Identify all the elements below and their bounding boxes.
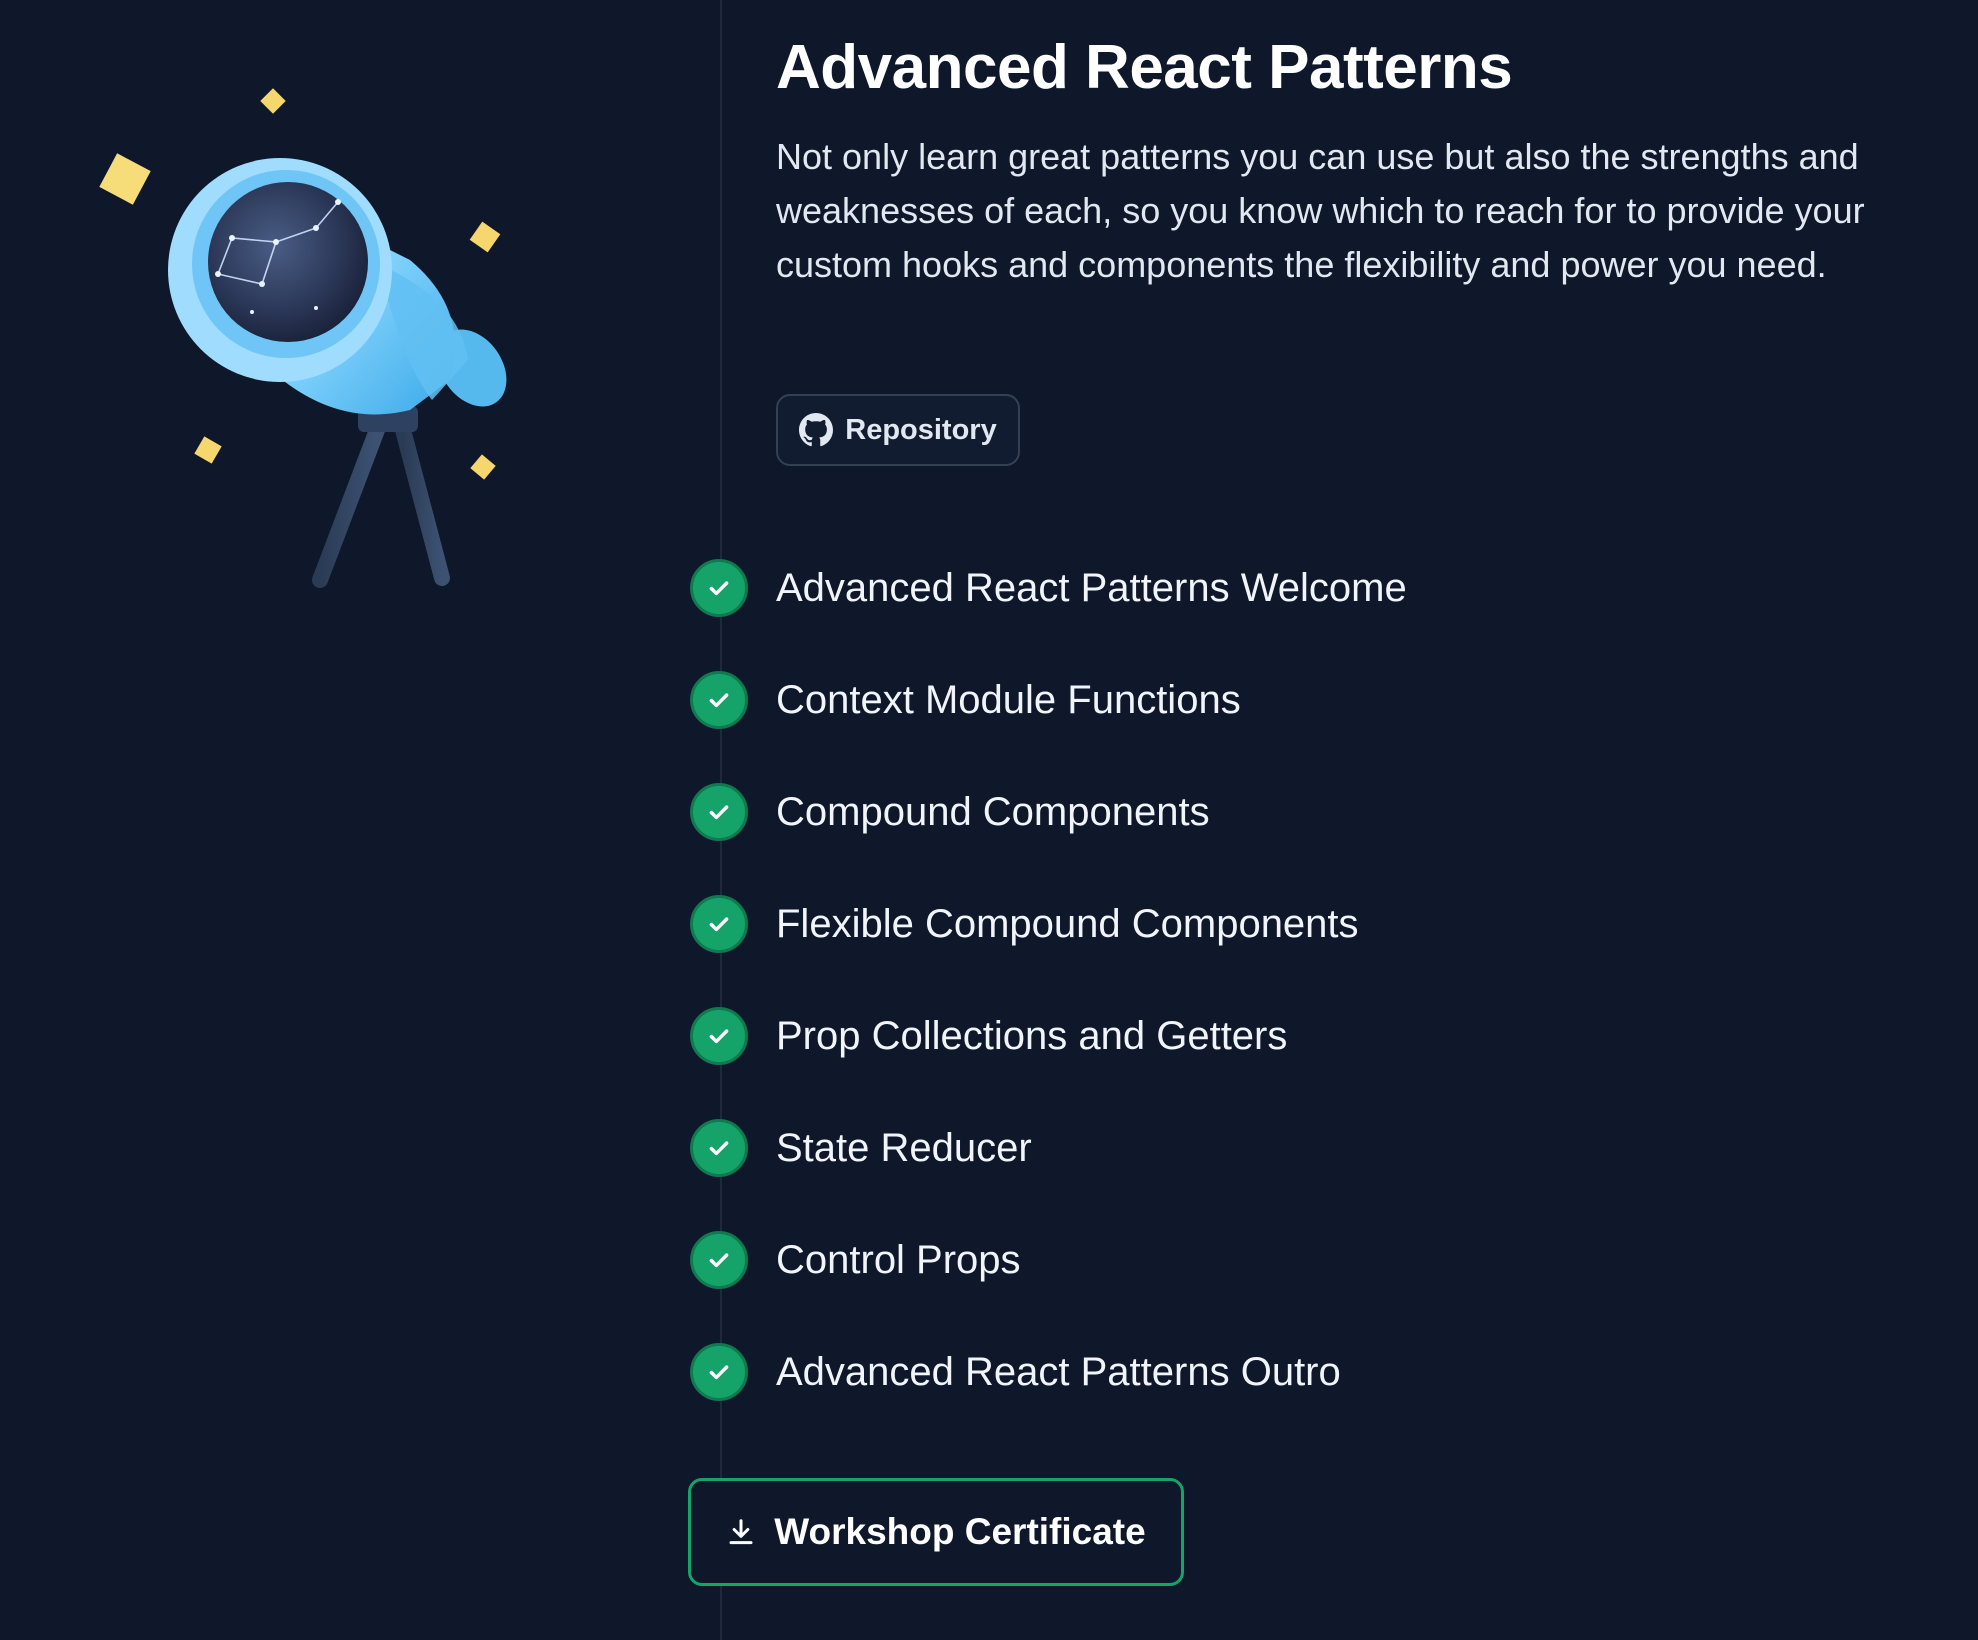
- completed-check-icon: [690, 783, 748, 841]
- telescope-illustration: [80, 60, 520, 620]
- github-icon: [799, 413, 834, 447]
- list-item-exercise[interactable]: Compound Components: [690, 756, 1407, 868]
- completed-check-icon: [690, 671, 748, 729]
- exercise-label: Control Props: [776, 1237, 1021, 1282]
- completed-check-icon: [690, 895, 748, 953]
- exercise-label: Advanced React Patterns Outro: [776, 1349, 1341, 1394]
- page-title: Advanced React Patterns: [776, 33, 1513, 102]
- exercise-list: Advanced React Patterns Welcome Context …: [690, 532, 1407, 1428]
- workshop-certificate-label: Workshop Certificate: [774, 1511, 1146, 1552]
- exercise-label: State Reducer: [776, 1125, 1032, 1170]
- list-item-exercise[interactable]: State Reducer: [690, 1092, 1407, 1204]
- workshop-description: Not only learn great patterns you can us…: [776, 136, 1865, 285]
- list-item-exercise[interactable]: Flexible Compound Components: [690, 868, 1407, 980]
- completed-check-icon: [690, 1119, 748, 1177]
- exercise-label: Compound Components: [776, 789, 1210, 834]
- list-item-exercise[interactable]: Context Module Functions: [690, 644, 1407, 756]
- workshop-certificate-button[interactable]: Workshop Certificate: [688, 1478, 1184, 1586]
- completed-check-icon: [690, 1007, 748, 1065]
- list-item-exercise[interactable]: Advanced React Patterns Outro: [690, 1316, 1407, 1428]
- exercise-label: Advanced React Patterns Welcome: [776, 565, 1407, 610]
- repository-button[interactable]: Repository: [776, 394, 1020, 466]
- workshop-header: Advanced React Patterns Not only learn g…: [776, 28, 1906, 292]
- list-item-exercise[interactable]: Prop Collections and Getters: [690, 980, 1407, 1092]
- list-item-exercise[interactable]: Advanced React Patterns Welcome: [690, 532, 1407, 644]
- exercise-label: Context Module Functions: [776, 677, 1241, 722]
- exercise-label: Prop Collections and Getters: [776, 1013, 1288, 1058]
- completed-check-icon: [690, 1231, 748, 1289]
- completed-check-icon: [690, 1343, 748, 1401]
- repository-button-label: Repository: [845, 413, 997, 446]
- download-icon: [729, 1519, 753, 1545]
- completed-check-icon: [690, 559, 748, 617]
- list-item-exercise[interactable]: Control Props: [690, 1204, 1407, 1316]
- exercise-label: Flexible Compound Components: [776, 901, 1359, 946]
- telescope-icon: [99, 88, 507, 599]
